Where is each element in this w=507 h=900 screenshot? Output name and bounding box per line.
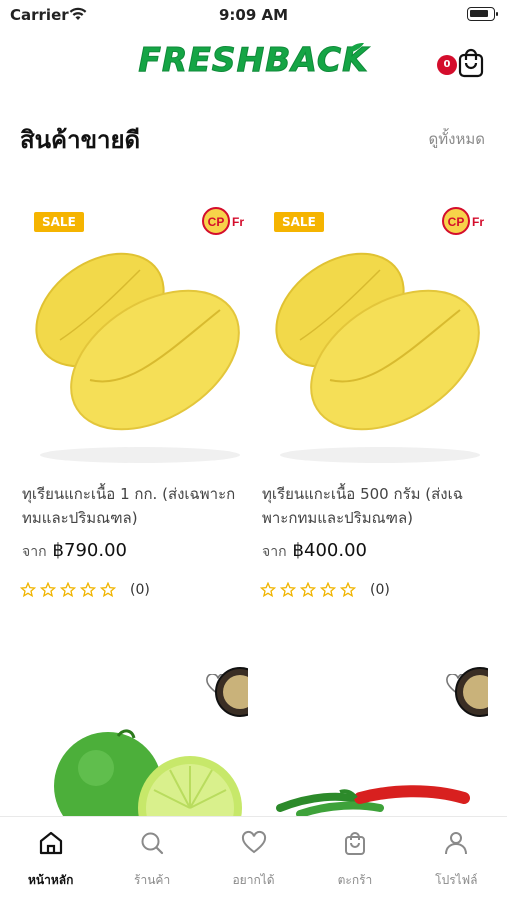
tab-shop-label: ร้านค้า: [134, 873, 171, 887]
tab-cart[interactable]: ตะกร้า: [304, 817, 405, 900]
bottom-tab-bar: หน้าหลัก ร้านค้า อยากได้ ตะกร้า โปรไฟล์: [0, 816, 507, 900]
product-card[interactable]: [20, 658, 248, 818]
tab-shop[interactable]: ร้านค้า: [101, 817, 202, 900]
cart-icon[interactable]: [457, 48, 485, 78]
tab-wishlist[interactable]: อยากได้: [203, 817, 304, 900]
app-header: FRESHBACK 0: [0, 30, 507, 100]
star-icon: [100, 582, 116, 598]
tab-wishlist-label: อยากได้: [232, 873, 275, 887]
star-icon: [80, 582, 96, 598]
price-prefix: จาก: [22, 544, 47, 560]
star-icon: [20, 582, 36, 598]
svg-text:Fr: Fr: [472, 215, 484, 229]
tab-home[interactable]: หน้าหลัก: [0, 817, 101, 900]
star-icon: [340, 582, 356, 598]
product-name: ทุเรียนแกะเนื้อ 1 กก. (ส่งเฉพาะกทมและปริ…: [22, 485, 236, 527]
clock: 9:09 AM: [218, 6, 289, 24]
product-image: SALE CP Fr: [260, 190, 488, 470]
star-icon: [300, 582, 316, 598]
sale-badge: SALE: [274, 212, 324, 232]
rating-count: (0): [130, 582, 150, 598]
svg-text:Fr: Fr: [232, 215, 244, 229]
shop-brand-logo: [215, 667, 248, 717]
freshback-logo: FRESHBACK: [138, 40, 369, 80]
product-image: SALE CP Fr: [20, 190, 248, 470]
status-bar: Carrier 9:09 AM: [0, 0, 507, 30]
svg-text:CP: CP: [448, 215, 465, 229]
product-name: ทุเรียนแกะเนื้อ 500 กรัม (ส่งเฉพาะกทมและ…: [262, 485, 463, 527]
star-icon: [60, 582, 76, 598]
sale-badge: SALE: [34, 212, 84, 232]
cart-count-badge: 0: [437, 55, 457, 75]
price-value: ฿400.00: [292, 540, 367, 561]
star-icon: [260, 582, 276, 598]
product-price: จาก ฿790.00: [22, 540, 127, 563]
price-prefix: จาก: [262, 544, 287, 560]
user-icon: [445, 832, 468, 855]
product-card[interactable]: [260, 658, 488, 818]
price-value: ฿790.00: [52, 540, 127, 561]
product-rating: (0): [260, 582, 390, 598]
search-icon: [141, 832, 164, 855]
tab-home-label: หน้าหลัก: [28, 873, 74, 887]
leaf-icon: [347, 43, 364, 53]
shop-brand-logo: [455, 667, 488, 717]
cp-brand-logo: CP Fr: [202, 207, 244, 235]
heart-icon: [241, 830, 266, 854]
home-icon: [39, 831, 62, 855]
tab-profile[interactable]: โปรไฟล์: [406, 817, 507, 900]
star-icon: [320, 582, 336, 598]
star-icon: [40, 582, 56, 598]
bag-icon: [344, 832, 365, 855]
tab-profile-label: โปรไฟล์: [435, 873, 478, 887]
rating-count: (0): [370, 582, 390, 598]
svg-text:CP: CP: [208, 215, 225, 229]
product-rating: (0): [20, 582, 150, 598]
battery-icon: [467, 7, 498, 21]
section-title: สินค้าขายดี: [20, 126, 141, 154]
star-icon: [280, 582, 296, 598]
tab-cart-label: ตะกร้า: [337, 873, 373, 887]
product-price: จาก ฿400.00: [262, 540, 367, 563]
see-all-link[interactable]: ดูทั้งหมด: [429, 127, 485, 151]
cp-brand-logo: CP Fr: [442, 207, 484, 235]
